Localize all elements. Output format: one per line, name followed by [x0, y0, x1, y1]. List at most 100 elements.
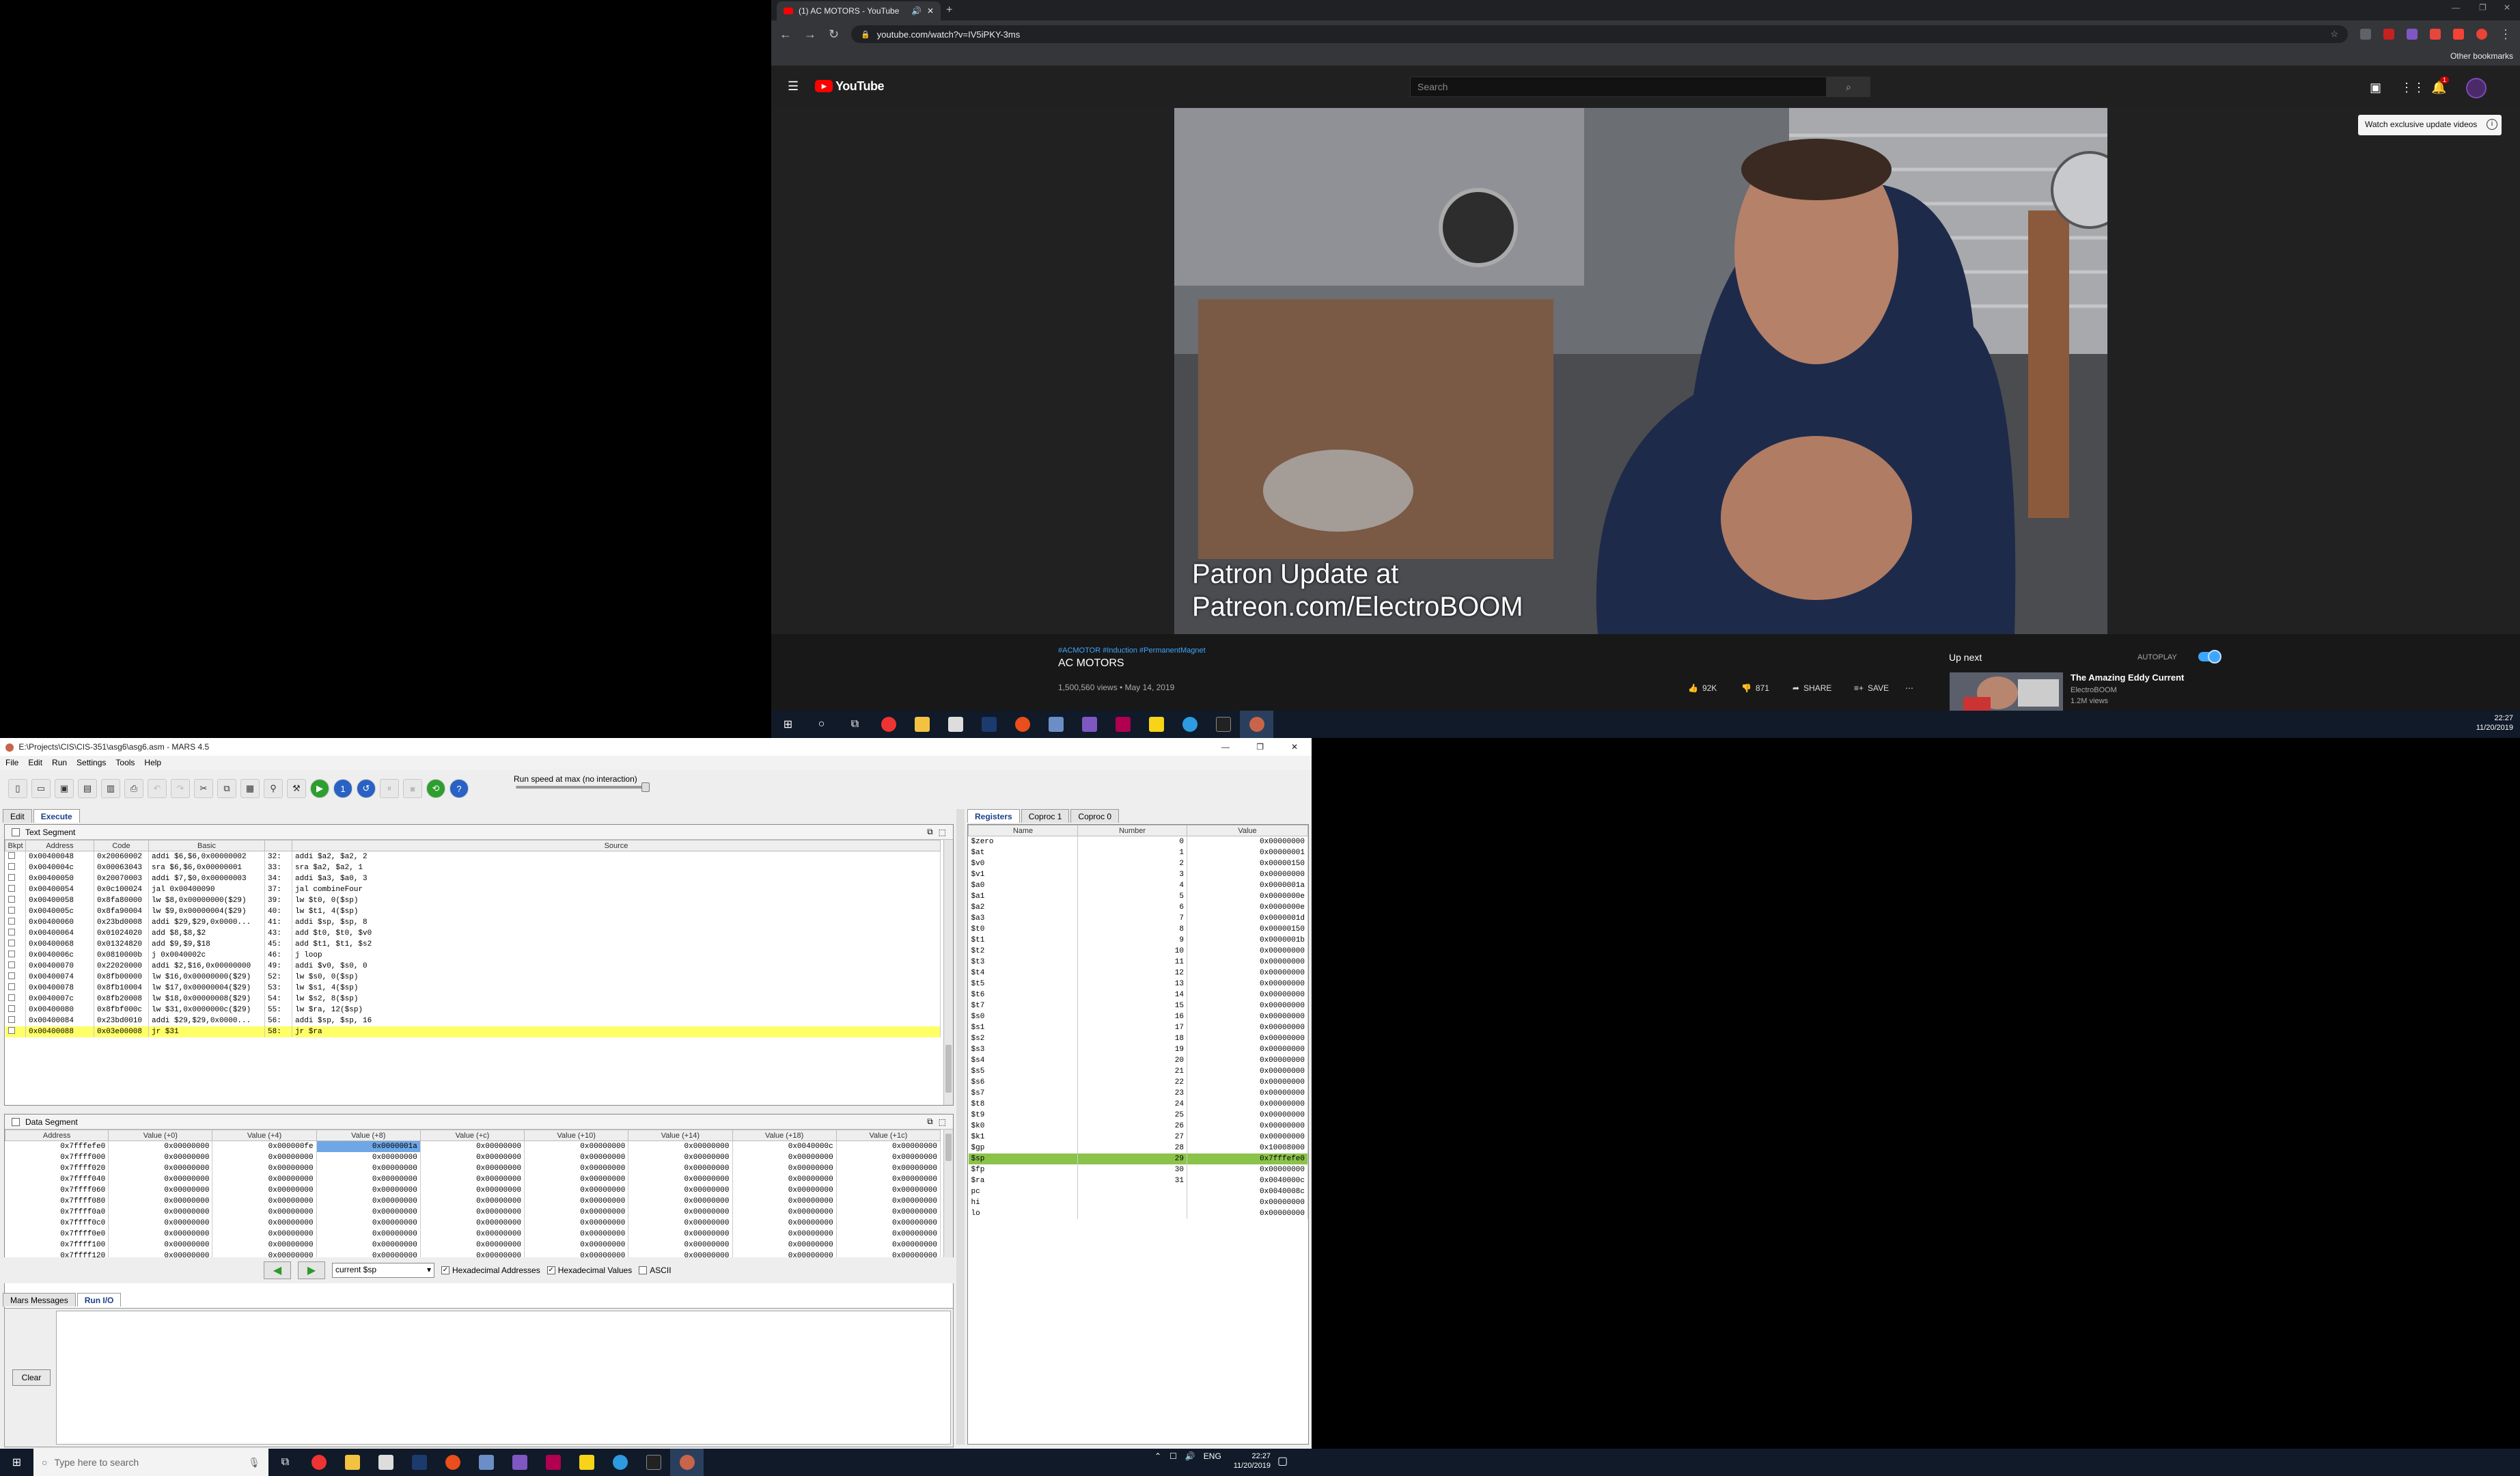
redo-icon[interactable]: ↷	[171, 779, 190, 798]
data-value[interactable]: 0x00000000	[524, 1228, 629, 1240]
reg-value[interactable]: 0x00000000	[1187, 1131, 1308, 1143]
panel-splitter[interactable]	[956, 809, 965, 1445]
text-row[interactable]: 0x00400054 0x0c100024 jal 0x00400090 37: jal…	[5, 884, 941, 895]
reg-value[interactable]: 0x00000000	[1187, 989, 1308, 1000]
new-tab-icon[interactable]: +	[946, 4, 952, 16]
data-value[interactable]: 0x00000000	[732, 1239, 837, 1250]
data-value[interactable]: 0x00000000	[212, 1195, 317, 1207]
data-value[interactable]: 0x00000000	[420, 1206, 525, 1218]
language-indicator[interactable]: ENG	[1204, 1451, 1221, 1461]
visual-studio-icon[interactable]	[503, 1449, 536, 1476]
reg-value[interactable]: 0x00000000	[1187, 1054, 1308, 1066]
tab-edit[interactable]: Edit	[3, 809, 32, 823]
col-number[interactable]: Number	[1077, 825, 1187, 836]
data-value[interactable]: 0x00000000	[628, 1173, 733, 1185]
data-col-header[interactable]: Value (+c)	[419, 1130, 525, 1141]
col-address[interactable]: Address	[25, 840, 94, 851]
text-row[interactable]: 0x00400068 0x01324820 add $9,$9,$18 45: add …	[5, 938, 941, 950]
app-icon[interactable]	[436, 1449, 469, 1476]
reg-value[interactable]: 0x7fffefe0	[1187, 1153, 1308, 1164]
youtube-search-input[interactable]: Search	[1410, 77, 1827, 97]
data-value[interactable]: 0x00000000	[628, 1228, 733, 1240]
apps-grid-icon[interactable]: ⋮⋮	[2400, 81, 2425, 95]
extension-icon[interactable]	[2407, 29, 2418, 40]
data-value[interactable]: 0x00000000	[732, 1162, 837, 1174]
assemble-icon[interactable]: ⚒	[287, 779, 306, 798]
data-value[interactable]: 0x00000000	[524, 1140, 629, 1152]
data-value[interactable]: 0x00000000	[524, 1217, 629, 1229]
breakpoint-checkbox[interactable]	[5, 938, 26, 950]
menu-edit[interactable]: Edit	[28, 758, 42, 767]
text-row[interactable]: 0x00400064 0x01024020 add $8,$8,$2 43: add $…	[5, 927, 941, 939]
minimize-icon[interactable]: —	[1221, 742, 1230, 752]
minimize-icon[interactable]: —	[2452, 3, 2460, 12]
data-value[interactable]: 0x00000000	[836, 1184, 941, 1196]
maximize-icon[interactable]: ❐	[2479, 3, 2487, 12]
run-io-output[interactable]	[56, 1311, 951, 1445]
data-value[interactable]: 0x00000000	[524, 1151, 629, 1163]
data-value[interactable]: 0x00000000	[420, 1239, 525, 1250]
data-col-header[interactable]: Value (+0)	[108, 1130, 213, 1141]
app-icon[interactable]	[1173, 711, 1206, 738]
reg-value[interactable]: 0x0000001a	[1187, 879, 1308, 891]
terminal-icon[interactable]	[1206, 711, 1240, 738]
reg-value[interactable]: 0x00000001	[1187, 847, 1308, 858]
file-explorer-icon[interactable]	[905, 711, 939, 738]
reload-icon[interactable]: ↻	[829, 27, 839, 42]
restore-panel-icon[interactable]: ⧉	[927, 827, 933, 837]
app-icon[interactable]	[536, 1449, 570, 1476]
run-speed-slider[interactable]	[516, 782, 650, 792]
data-value[interactable]: 0x00000000	[420, 1162, 525, 1174]
reg-value[interactable]: 0x00000000	[1187, 1120, 1308, 1132]
data-col-header[interactable]: Value (+4)	[212, 1130, 317, 1141]
data-value[interactable]: 0x00000000	[628, 1140, 733, 1152]
data-value[interactable]: 0x00000000	[732, 1184, 837, 1196]
tab-mars-messages[interactable]: Mars Messages	[3, 1293, 76, 1307]
breakpoint-checkbox[interactable]	[5, 1015, 26, 1026]
create-video-icon[interactable]: ▣	[2370, 81, 2381, 95]
maximize-panel-icon[interactable]: ⬚	[939, 828, 946, 837]
col-code[interactable]: Code	[94, 840, 149, 851]
action-center-icon[interactable]: ▢	[1277, 1454, 1288, 1468]
share-button[interactable]: ➦ SHARE	[1792, 683, 1831, 693]
microphone-icon[interactable]: 🎙	[248, 1457, 260, 1468]
chrome-icon[interactable]	[872, 711, 905, 738]
reg-value[interactable]: 0x10008000	[1187, 1142, 1308, 1153]
data-value[interactable]: 0x00000000	[108, 1184, 213, 1196]
data-value[interactable]: 0x00000000	[524, 1162, 629, 1174]
save-icon[interactable]: ▣	[55, 779, 74, 798]
breakpoint-checkbox[interactable]	[5, 982, 26, 994]
data-segment-scrollbar[interactable]	[943, 1130, 953, 1266]
reset-icon[interactable]: ⟲	[426, 779, 445, 798]
app-icon[interactable]	[1039, 711, 1072, 738]
text-row[interactable]: 0x00400074 0x8fb00000 lw $16,0x00000000($2…	[5, 971, 941, 983]
video-hashtags[interactable]: #ACMOTOR #Induction #PermanentMagnet	[1058, 646, 1206, 655]
taskbar-clock-top[interactable]: 22:27 11/20/2019	[2465, 713, 2513, 733]
breakpoint-checkbox[interactable]	[5, 993, 26, 1004]
volume-icon[interactable]: 🔊	[1185, 1451, 1195, 1461]
restore-panel-icon[interactable]: ⧉	[927, 1117, 933, 1127]
data-col-header[interactable]: Value (+10)	[524, 1130, 629, 1141]
maximize-icon[interactable]: ❐	[1256, 742, 1264, 752]
reg-value[interactable]: 0x00000150	[1187, 858, 1308, 869]
ascii-checkbox[interactable]: ASCII	[639, 1266, 671, 1275]
data-value[interactable]: 0x0000001a	[316, 1140, 421, 1152]
dislike-button[interactable]: 👎 871	[1741, 683, 1769, 693]
data-value[interactable]: 0x00000000	[212, 1206, 317, 1218]
pause-icon[interactable]: ⏸	[380, 779, 399, 798]
tab-run-io[interactable]: Run I/O	[77, 1293, 122, 1307]
next-video-title[interactable]: The Amazing Eddy Current	[2071, 672, 2184, 683]
info-icon[interactable]: i	[2487, 119, 2497, 130]
data-value[interactable]: 0x00000000	[316, 1151, 421, 1163]
data-value[interactable]: 0x00000000	[420, 1195, 525, 1207]
col-line[interactable]	[264, 840, 292, 851]
reg-value[interactable]: 0x00000000	[1187, 945, 1308, 957]
data-value[interactable]: 0x00000000	[836, 1239, 941, 1250]
breakpoint-checkbox[interactable]	[5, 971, 26, 983]
window-close-icon[interactable]: ✕	[2504, 3, 2510, 12]
text-row[interactable]: 0x0040006c 0x0810000b j 0x0040002c 46: j loo…	[5, 949, 941, 961]
extension-icon[interactable]	[2430, 29, 2441, 40]
data-value[interactable]: 0x00000000	[732, 1173, 837, 1185]
reg-value[interactable]: 0x00000000	[1187, 1197, 1308, 1208]
copy-icon[interactable]: ⧉	[217, 779, 236, 798]
